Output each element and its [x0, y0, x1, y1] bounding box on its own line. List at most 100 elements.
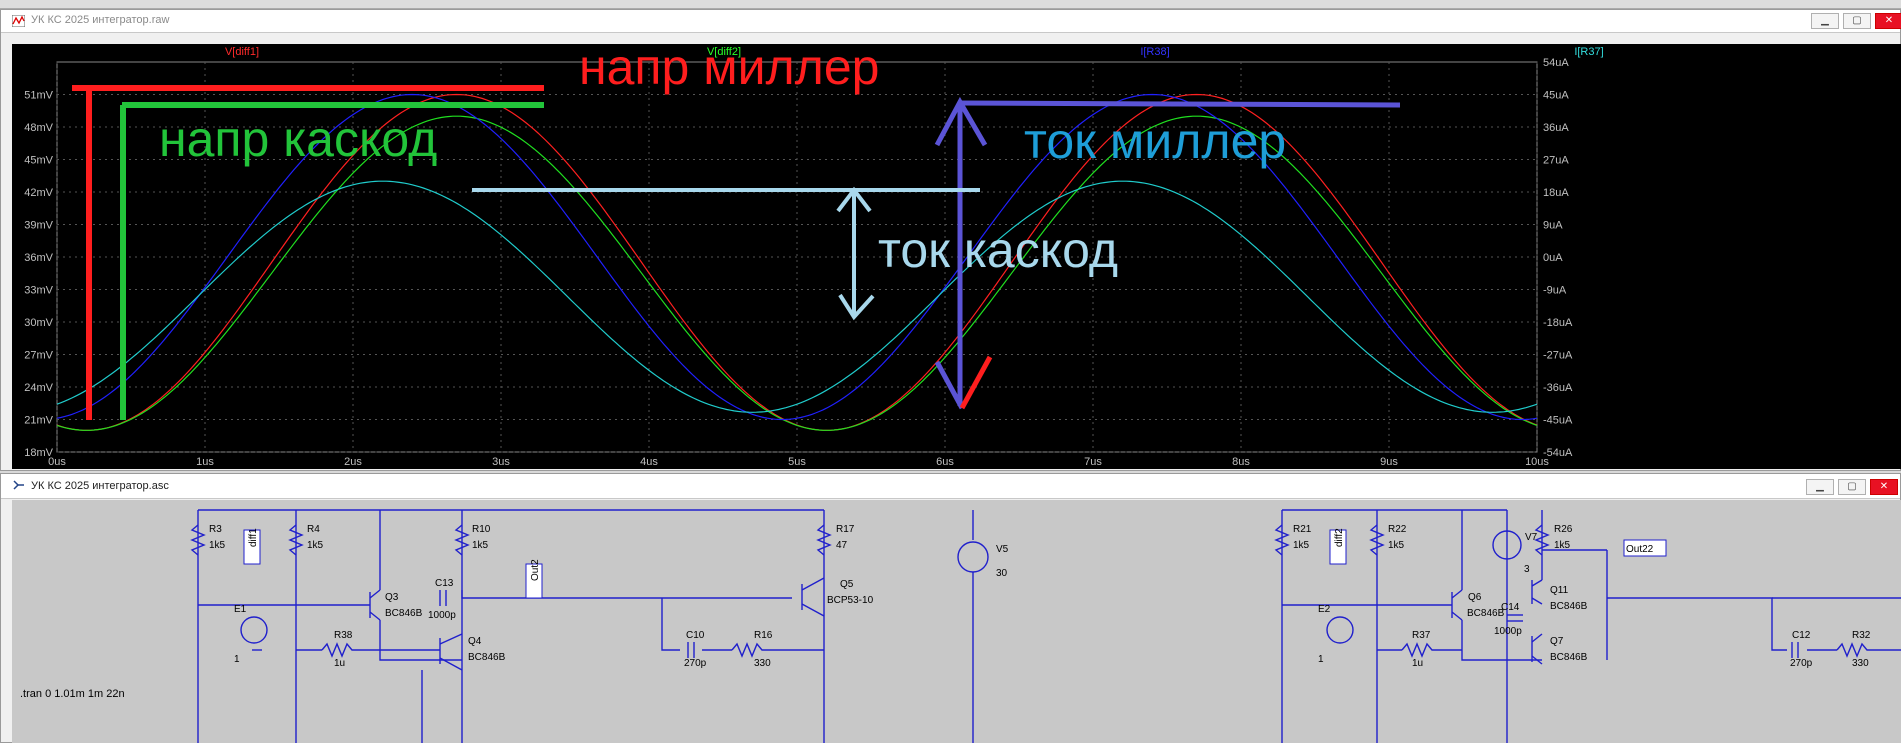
y-tick-right: 9uA	[1543, 220, 1563, 232]
x-tick: 2us	[344, 456, 362, 468]
label-Out22: Out22	[1626, 544, 1654, 555]
label-C14: C14	[1501, 602, 1520, 613]
y-tick-right: -45uA	[1543, 415, 1573, 427]
y-tick-left: 45mV	[24, 155, 53, 167]
label-R37: R37	[1412, 630, 1431, 641]
label-R26v: 1k5	[1554, 540, 1571, 551]
minimize-button[interactable]: ▁	[1811, 13, 1839, 29]
schem-close-button[interactable]: ✕	[1870, 479, 1898, 495]
schem-minimize-button[interactable]: ▁	[1806, 479, 1834, 495]
label-R16: R16	[754, 630, 773, 641]
x-tick: 6us	[936, 456, 954, 468]
label-Q6m: BC846B	[1467, 608, 1505, 619]
x-tick: 5us	[788, 456, 806, 468]
y-tick-right: -9uA	[1543, 285, 1567, 297]
label-V5: V5	[996, 544, 1009, 555]
label-E2: E2	[1318, 604, 1331, 615]
label-Q3: Q3	[385, 592, 399, 603]
label-Q5m: BCP53-10	[827, 595, 874, 606]
x-tick: 1us	[196, 456, 214, 468]
plot-window-title: УК КС 2025 интегратор.raw	[31, 14, 170, 26]
spice-directive[interactable]: .tran 0 1.01m 1m 22n	[20, 688, 125, 700]
label-C12v: 270p	[1790, 658, 1813, 669]
label-V7: V7	[1525, 532, 1538, 543]
trace-label[interactable]: I[R38]	[1140, 46, 1169, 58]
y-tick-left: 33mV	[24, 285, 53, 297]
label-R4: R4	[307, 524, 320, 535]
label-C10v: 270p	[684, 658, 707, 669]
label-R21: R21	[1293, 524, 1312, 535]
x-tick: 9us	[1380, 456, 1398, 468]
label-Q6: Q6	[1468, 592, 1482, 603]
trace-label[interactable]: V[diff1]	[225, 46, 259, 58]
label-R10v: 1k5	[472, 540, 489, 551]
annot-napr-miller: напр миллер	[579, 44, 879, 95]
maximize-button[interactable]: ▢	[1843, 13, 1871, 29]
label-V5v: 30	[996, 568, 1008, 579]
y-tick-right: 45uA	[1543, 90, 1569, 102]
label-C12: C12	[1792, 630, 1811, 641]
trace-label[interactable]: I[R37]	[1574, 46, 1603, 58]
schematic-window-titlebar[interactable]: УК КС 2025 интегратор.asc ▁ ▢ ✕	[1, 474, 1900, 499]
label-R21v: 1k5	[1293, 540, 1310, 551]
label-C13: C13	[435, 578, 454, 589]
x-tick: 4us	[640, 456, 658, 468]
waveform-plot[interactable]: 51mV 48mV 45mV 42mV 39mV 36mV 33mV 30mV 27mV 24mV…	[12, 44, 1901, 469]
label-E1v: 1	[234, 654, 240, 665]
label-diff1: diff1	[248, 528, 259, 547]
schem-maximize-button[interactable]: ▢	[1838, 479, 1866, 495]
close-button[interactable]: ✕	[1875, 13, 1901, 29]
y-tick-right: 36uA	[1543, 122, 1569, 134]
label-Q11m: BC846B	[1550, 601, 1588, 612]
y-tick-right: 18uA	[1543, 187, 1569, 199]
y-tick-left: 48mV	[24, 122, 53, 134]
label-Out2: Out2	[530, 559, 541, 581]
annot-tok-kaskod: ток каскод	[878, 222, 1118, 278]
label-R32: R32	[1852, 630, 1871, 641]
label-R17v: 47	[836, 540, 848, 551]
y-tick-left: 21mV	[24, 415, 53, 427]
label-Q7: Q7	[1550, 636, 1564, 647]
y-tick-right: -27uA	[1543, 350, 1573, 362]
top-strip	[0, 0, 1901, 9]
plot-window-titlebar[interactable]: УК КС 2025 интегратор.raw ▁ ▢ ✕	[1, 10, 1901, 33]
schematic-canvas[interactable]: R3 1k5 R4 1k5 diff1 E1 1 R38 1u Q3 BC846B R10 1k5 C13…	[12, 500, 1901, 743]
label-R26: R26	[1554, 524, 1573, 535]
label-C10: C10	[686, 630, 705, 641]
label-R37v: 1u	[1412, 658, 1423, 669]
waveform-icon	[12, 15, 25, 27]
schematic-window-title: УК КС 2025 интегратор.asc	[31, 480, 169, 492]
y-tick-left: 42mV	[24, 187, 53, 199]
label-Q5: Q5	[840, 579, 854, 590]
annot-tok-miller: ток миллер	[1024, 113, 1286, 169]
label-Q3m: BC846B	[385, 608, 423, 619]
label-R3v: 1k5	[209, 540, 226, 551]
x-tick: 8us	[1232, 456, 1250, 468]
y-tick-left: 36mV	[24, 252, 53, 264]
y-tick-left: 51mV	[24, 90, 53, 102]
y-tick-left: 39mV	[24, 220, 53, 232]
label-Q4m: BC846B	[468, 652, 506, 663]
label-C14v: 1000p	[1494, 626, 1522, 637]
label-R38v: 1u	[334, 658, 345, 669]
x-tick: 3us	[492, 456, 510, 468]
x-tick: 7us	[1084, 456, 1102, 468]
y-tick-right: -36uA	[1543, 382, 1573, 394]
label-R4v: 1k5	[307, 540, 324, 551]
label-R22v: 1k5	[1388, 540, 1405, 551]
y-tick-left: 30mV	[24, 317, 53, 329]
label-diff2: diff2	[1334, 528, 1345, 547]
y-tick-right: 54uA	[1543, 57, 1569, 69]
label-R22: R22	[1388, 524, 1407, 535]
y-tick-right: 0uA	[1543, 252, 1563, 264]
annot-blue-horizontal	[958, 100, 1401, 108]
annot-napr-kaskod: напр каскод	[159, 111, 437, 167]
label-Q11: Q11	[1550, 585, 1569, 596]
x-tick: 0us	[48, 456, 66, 468]
label-R10: R10	[472, 524, 491, 535]
label-R16v: 330	[754, 658, 771, 669]
label-Q4: Q4	[468, 636, 482, 647]
label-V7v: 3	[1524, 564, 1530, 575]
label-R17: R17	[836, 524, 855, 535]
label-R3: R3	[209, 524, 222, 535]
